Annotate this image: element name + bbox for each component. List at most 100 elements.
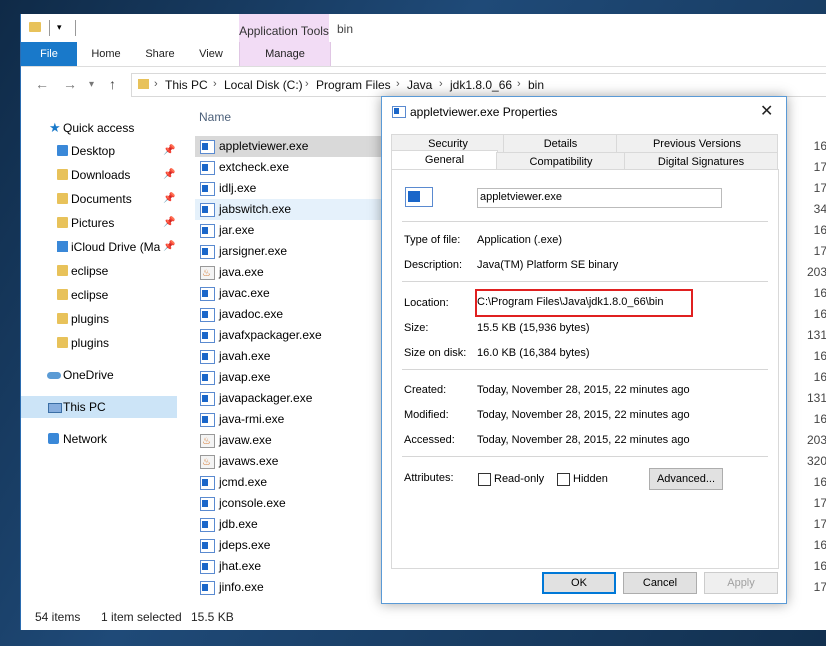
tab-share[interactable]: Share bbox=[137, 42, 183, 66]
file-name: javac.exe bbox=[219, 286, 270, 300]
read-only-label[interactable]: Read-only bbox=[494, 473, 544, 485]
pin-icon[interactable]: 📌 bbox=[163, 164, 175, 186]
nav-item-network[interactable]: Network bbox=[21, 428, 177, 450]
nav-item-quick-access[interactable]: ★ Quick access bbox=[21, 117, 177, 139]
nav-item-icloud-drive[interactable]: iCloud Drive (Ma 📌 bbox=[21, 236, 177, 258]
file-size: 17 bbox=[813, 160, 826, 174]
chevron-right-icon[interactable]: › bbox=[439, 78, 443, 90]
file-name: jdb.exe bbox=[219, 517, 258, 531]
breadcrumb-this-pc[interactable]: This PC bbox=[165, 78, 208, 92]
chevron-right-icon[interactable]: › bbox=[305, 78, 309, 90]
file-row[interactable]: javaw.exe bbox=[195, 430, 395, 452]
nav-item-documents[interactable]: Documents 📌 bbox=[21, 188, 177, 210]
file-size: 131 bbox=[806, 391, 826, 405]
customize-toolbar-icon[interactable]: ▾ bbox=[57, 22, 62, 33]
up-arrow-icon[interactable]: ↑ bbox=[109, 76, 116, 92]
file-row[interactable]: idlj.exe bbox=[195, 178, 395, 199]
tab-details[interactable]: Details bbox=[503, 134, 618, 154]
file-row[interactable]: javah.exe bbox=[195, 346, 395, 367]
file-name: java.exe bbox=[219, 265, 264, 279]
file-row[interactable]: javadoc.exe bbox=[195, 304, 395, 325]
size-value: 15.5 KB (15,936 bytes) bbox=[477, 322, 590, 334]
java-app-icon bbox=[200, 431, 215, 452]
pin-icon[interactable]: 📌 bbox=[163, 140, 175, 162]
file-row[interactable]: jhat.exe bbox=[195, 556, 395, 577]
file-row[interactable]: extcheck.exe bbox=[195, 157, 395, 178]
file-row[interactable]: java.exe bbox=[195, 262, 395, 284]
tab-previous-versions[interactable]: Previous Versions bbox=[616, 134, 778, 154]
read-only-checkbox[interactable] bbox=[478, 473, 491, 486]
tab-home[interactable]: Home bbox=[81, 42, 131, 66]
nav-item-plugins[interactable]: plugins bbox=[21, 308, 177, 330]
cancel-button[interactable]: Cancel bbox=[623, 572, 697, 594]
file-row[interactable]: javapackager.exe bbox=[195, 388, 395, 409]
nav-item-eclipse[interactable]: eclipse bbox=[21, 260, 177, 282]
location-value[interactable]: C:\Program Files\Java\jdk1.8.0_66\bin bbox=[477, 296, 663, 308]
hidden-checkbox[interactable] bbox=[557, 473, 570, 486]
chevron-right-icon[interactable]: › bbox=[396, 78, 400, 90]
back-arrow-icon[interactable]: ← bbox=[35, 76, 49, 92]
file-name: javap.exe bbox=[219, 370, 271, 384]
file-row[interactable]: javaws.exe bbox=[195, 451, 395, 473]
recent-locations-chevron-icon[interactable]: ▾ bbox=[89, 79, 94, 90]
accessed-label: Accessed: bbox=[404, 434, 455, 446]
tab-file[interactable]: File bbox=[21, 42, 77, 66]
file-row[interactable]: jconsole.exe bbox=[195, 493, 395, 514]
tab-general[interactable]: General bbox=[391, 150, 498, 171]
nav-item-eclipse[interactable]: eclipse bbox=[21, 284, 177, 306]
close-icon[interactable]: ✕ bbox=[760, 101, 773, 121]
size-on-disk-label: Size on disk: bbox=[404, 347, 467, 359]
type-label: Type of file: bbox=[404, 234, 461, 246]
file-row[interactable]: jinfo.exe bbox=[195, 577, 395, 598]
tab-manage[interactable]: Manage bbox=[239, 42, 331, 66]
pin-icon[interactable]: 📌 bbox=[163, 212, 175, 234]
application-icon bbox=[392, 106, 406, 118]
breadcrumb-local-disk[interactable]: Local Disk (C:) bbox=[224, 78, 303, 92]
file-row[interactable]: java-rmi.exe bbox=[195, 409, 395, 430]
pin-icon[interactable]: 📌 bbox=[163, 188, 175, 210]
chevron-right-icon[interactable]: › bbox=[213, 78, 217, 90]
file-row[interactable]: jdeps.exe bbox=[195, 535, 395, 556]
file-row[interactable]: jabswitch.exe bbox=[195, 199, 395, 220]
size-label: Size: bbox=[404, 322, 429, 334]
chevron-right-icon[interactable]: › bbox=[517, 78, 521, 90]
file-row[interactable]: jcmd.exe bbox=[195, 472, 395, 493]
breadcrumb-jdk[interactable]: jdk1.8.0_66 bbox=[450, 78, 512, 92]
file-row[interactable]: javac.exe bbox=[195, 283, 395, 304]
tab-view[interactable]: View bbox=[189, 42, 233, 66]
address-bar[interactable]: › This PC › Local Disk (C:) › Program Fi… bbox=[131, 73, 826, 97]
breadcrumb-bin[interactable]: bin bbox=[528, 78, 544, 92]
nav-item-onedrive[interactable]: OneDrive bbox=[21, 364, 177, 386]
advanced-button[interactable]: Advanced... bbox=[649, 468, 723, 490]
nav-item-label: Pictures bbox=[71, 216, 115, 230]
column-header-name[interactable]: Name bbox=[199, 110, 231, 124]
icloud-folder-icon bbox=[57, 241, 68, 252]
hidden-label[interactable]: Hidden bbox=[573, 473, 608, 485]
chevron-right-icon[interactable]: › bbox=[154, 78, 158, 90]
nav-item-this-pc[interactable]: This PC bbox=[21, 396, 177, 418]
filename-field[interactable]: appletviewer.exe bbox=[477, 188, 722, 208]
nav-item-desktop[interactable]: Desktop 📌 bbox=[21, 140, 177, 162]
apply-button[interactable]: Apply bbox=[704, 572, 778, 594]
file-row[interactable]: jdb.exe bbox=[195, 514, 395, 535]
divider bbox=[49, 20, 50, 36]
file-row[interactable]: jar.exe bbox=[195, 220, 395, 241]
folder-icon[interactable] bbox=[29, 22, 41, 32]
ok-button[interactable]: OK bbox=[542, 572, 616, 594]
file-row[interactable]: javap.exe bbox=[195, 367, 395, 388]
application-icon bbox=[200, 371, 215, 385]
nav-item-downloads[interactable]: Downloads 📌 bbox=[21, 164, 177, 186]
nav-item-pictures[interactable]: Pictures 📌 bbox=[21, 212, 177, 234]
file-row[interactable]: javafxpackager.exe bbox=[195, 325, 395, 346]
file-row[interactable]: appletviewer.exe bbox=[195, 136, 395, 157]
forward-arrow-icon[interactable]: → bbox=[63, 76, 77, 92]
nav-item-plugins[interactable]: plugins bbox=[21, 332, 177, 354]
file-name: extcheck.exe bbox=[219, 160, 290, 174]
pin-icon[interactable]: 📌 bbox=[163, 236, 175, 258]
application-icon bbox=[200, 308, 215, 322]
breadcrumb-program-files[interactable]: Program Files bbox=[316, 78, 391, 92]
application-icon bbox=[200, 182, 215, 196]
file-row[interactable]: jarsigner.exe bbox=[195, 241, 395, 262]
application-icon bbox=[200, 329, 215, 343]
breadcrumb-java[interactable]: Java bbox=[407, 78, 432, 92]
